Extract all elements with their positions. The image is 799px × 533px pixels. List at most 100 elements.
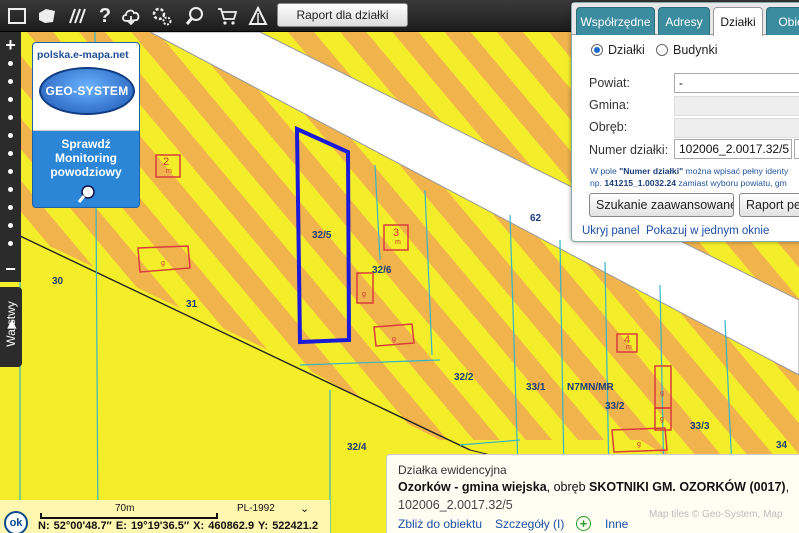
flood-monitoring-banner[interactable]: polska.e-mapa.net GEO-SYSTEM Sprawdź Mon… xyxy=(32,42,140,208)
square-icon[interactable] xyxy=(3,3,31,29)
banner-line: Monitoring xyxy=(55,151,117,165)
building-type: g xyxy=(362,291,366,298)
panel-tabs: Współrzędne Adresy Działki Obie xyxy=(572,3,799,36)
single-window-link[interactable]: Pokazuj w jednym oknie xyxy=(646,225,769,237)
radio-parcels[interactable]: Działki xyxy=(591,43,645,57)
radio-indicator-on xyxy=(591,44,603,56)
cart-icon[interactable] xyxy=(213,3,241,29)
tab-objects[interactable]: Obie xyxy=(766,7,799,35)
zone-label: N7MN/MR xyxy=(567,382,614,393)
zoom-bar: + − xyxy=(0,32,21,282)
zoom-level-dot[interactable] xyxy=(8,133,13,138)
zoom-level-dot[interactable] xyxy=(8,151,13,156)
info-precinct: SKOTNIKI GM. OZORKÓW (0017) xyxy=(589,480,786,494)
chevron-down-icon[interactable]: ⌄ xyxy=(300,502,309,515)
commune-label: Gmina: xyxy=(589,98,630,112)
ok-button[interactable]: ok xyxy=(4,511,28,533)
parcel-label[interactable]: 32/5 xyxy=(312,230,331,241)
scale-bar xyxy=(40,513,218,519)
building-type: g xyxy=(637,441,641,448)
building-type: m xyxy=(395,239,401,246)
advanced-search-button[interactable]: Szukanie zaawansowane xyxy=(589,193,734,217)
building-type: m xyxy=(166,168,172,175)
parcel-label[interactable]: 32/2 xyxy=(454,372,473,383)
parcel-report-button[interactable]: Raport dla działki xyxy=(277,3,408,27)
search-zoom-icon[interactable] xyxy=(181,3,209,29)
other-link[interactable]: Inne xyxy=(605,517,628,531)
zoom-level-dot[interactable] xyxy=(8,97,13,102)
zoom-level-dot[interactable] xyxy=(8,205,13,210)
parcel-label[interactable]: 62 xyxy=(530,213,541,224)
tab-addresses[interactable]: Adresy xyxy=(658,7,710,35)
parcel-label[interactable]: 34 xyxy=(776,440,787,451)
radio-label: Działki xyxy=(608,43,645,57)
logo-text: GEO-SYSTEM xyxy=(45,84,129,98)
zoom-level-dot[interactable] xyxy=(8,187,13,192)
building-type: m xyxy=(626,344,632,351)
banner-line: powodziowy xyxy=(50,165,122,179)
cloud-icon[interactable] xyxy=(117,3,145,29)
radio-label: Budynki xyxy=(673,43,718,57)
banner-header: polska.e-mapa.net GEO-SYSTEM xyxy=(33,43,139,131)
hint-text: W pole xyxy=(590,166,620,176)
zoom-level-dot[interactable] xyxy=(8,61,13,66)
zoom-level-dot[interactable] xyxy=(8,115,13,120)
tab-parcels[interactable]: Działki xyxy=(713,7,763,36)
parcel-label[interactable]: 32/4 xyxy=(347,442,366,453)
building-number: 3 xyxy=(393,227,400,239)
layers-tab-label: Warstwy xyxy=(4,301,18,347)
hint-text: zamiast wyboru powiatu, gm xyxy=(676,177,787,188)
radio-buildings[interactable]: Budynki xyxy=(656,43,717,57)
zoom-level-dot[interactable] xyxy=(8,169,13,174)
details-link[interactable]: Szczegóły (I) xyxy=(495,517,564,531)
layers-tab[interactable]: ▶ Warstwy xyxy=(0,287,22,367)
help-icon[interactable]: ? xyxy=(91,3,119,29)
projection-select[interactable]: PL-1992 xyxy=(237,503,275,514)
search-hint: W pole "Numer działki" można wpisać pełn… xyxy=(590,166,799,189)
building-type: g xyxy=(392,336,396,343)
map-icon[interactable] xyxy=(33,3,61,29)
hint-text: np. xyxy=(590,177,605,188)
map-attribution: Map tiles © Geo-System, Map xyxy=(649,509,783,520)
radio-indicator-off xyxy=(656,44,668,56)
search-panel: Współrzędne Adresy Działki Obie Działki … xyxy=(571,2,799,242)
zoom-to-object-link[interactable]: Zbliż do obiektu xyxy=(398,517,482,531)
parcel-label[interactable]: 32/6 xyxy=(372,265,391,276)
parcel-label[interactable]: 33/2 xyxy=(605,401,624,412)
zoom-out-button[interactable]: − xyxy=(0,258,21,280)
settings-icon[interactable] xyxy=(148,3,176,29)
zoom-in-button[interactable]: + xyxy=(0,34,21,56)
banner-site-name: polska.e-mapa.net xyxy=(37,49,129,61)
hint-text: można wpisać pełny identy xyxy=(683,166,789,176)
info-tail: , xyxy=(785,480,790,494)
plus-circle-icon[interactable]: + xyxy=(576,516,591,531)
tab-coordinates[interactable]: Współrzędne xyxy=(576,7,655,35)
zoom-level-dot[interactable] xyxy=(8,241,13,246)
zoom-level-dot[interactable] xyxy=(8,223,13,228)
parcel-label[interactable]: 30 xyxy=(52,276,63,287)
zoom-level-dot[interactable] xyxy=(8,79,13,84)
precinct-select[interactable] xyxy=(674,118,799,138)
parcel-label[interactable]: 33/3 xyxy=(690,421,709,432)
parcel-label[interactable]: 31 xyxy=(186,299,197,310)
hint-bold: "Numer działki" xyxy=(619,166,684,176)
building-type: g xyxy=(161,260,165,267)
parcel-label[interactable]: 33/1 xyxy=(526,382,545,393)
building-number: 2 xyxy=(163,156,170,168)
info-commune: Ozorków - gmina wiejska xyxy=(398,480,547,494)
parcel-number-input[interactable]: 102006_2.0017.32/5 xyxy=(674,139,792,159)
building-type: g xyxy=(660,390,664,397)
county-select[interactable]: - xyxy=(674,73,799,93)
commune-select[interactable] xyxy=(674,96,799,116)
info-location: Ozorków - gmina wiejska, obręb SKOTNIKI … xyxy=(398,480,789,494)
full-report-button[interactable]: Raport pel xyxy=(739,193,799,217)
map-application: 30 31 32/5 32/6 62 32/2 33/1 N7MN/MR 32/… xyxy=(0,0,799,533)
info-separator: , obręb xyxy=(546,480,590,494)
magnifier-icon xyxy=(76,183,98,205)
parcel-number-extra-button[interactable] xyxy=(794,139,799,159)
hide-panel-link[interactable]: Ukryj panel xyxy=(582,225,640,237)
county-label: Powiat: xyxy=(589,76,630,90)
measure-icon[interactable] xyxy=(244,3,272,29)
hatch-icon[interactable] xyxy=(63,3,91,29)
parcel-number-label: Numer działki: xyxy=(589,143,669,157)
